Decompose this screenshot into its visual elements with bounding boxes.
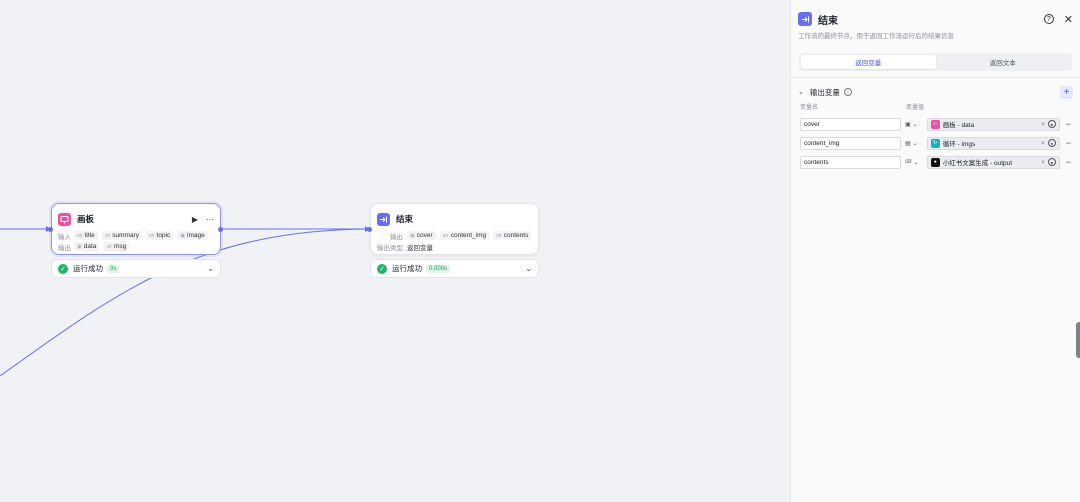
success-check-icon: ✓ — [58, 263, 68, 274]
target-icon[interactable]: ● — [1047, 120, 1056, 128]
type-select[interactable]: str ⌄ — [905, 156, 927, 169]
run-icon[interactable]: ▶ — [192, 215, 198, 224]
node-config-panel: 结束 ? ✕ 工作流的最终节点，用于返回工作流运行后的结果信息 返回变量 返回文… — [790, 0, 1080, 502]
output-chip: str contents — [493, 231, 532, 240]
tab-return-variables[interactable]: 返回变量 — [801, 55, 936, 69]
help-icon[interactable]: ? — [1043, 14, 1054, 24]
variable-row: cover ▣ ⌄ ▭ 画板 - data × ● − — [791, 117, 1080, 131]
output-type-label: 输出类型 — [377, 244, 403, 252]
image-type-icon: ▣ — [77, 243, 82, 250]
remove-row-button[interactable]: − — [1066, 119, 1071, 129]
panel-resize-handle[interactable] — [1076, 322, 1080, 358]
output-variables-section[interactable]: ⌄ 输出变量 i + — [791, 85, 1080, 99]
panel-title: 结束 — [818, 15, 838, 27]
source-ref-text: 画板 - data — [942, 122, 975, 129]
image-type-icon: ▣ — [905, 121, 911, 128]
drawing-board-icon: ▭ — [930, 119, 940, 129]
image-type-icon: ▣ — [410, 232, 415, 239]
node-title: 结束 — [396, 214, 414, 224]
inputs-label: 输入 — [58, 233, 71, 241]
info-icon[interactable]: i — [843, 88, 852, 96]
array-type-icon: ▤ — [905, 140, 911, 147]
outputs-label: 输出 — [58, 244, 71, 252]
chevron-down-icon[interactable]: ⌄ — [798, 88, 804, 96]
remove-row-button[interactable]: − — [1066, 138, 1071, 148]
output-type-row: 输出类型 返回变量 — [371, 241, 538, 252]
node-outputs: 输出 ▣ data str msg — [52, 241, 220, 252]
node-inputs: 输入 str title str summary str topic ▣ image — [52, 230, 220, 241]
output-type-value: 返回变量 — [407, 244, 433, 252]
string-type-label: str — [905, 159, 912, 165]
source-ref-text: 循环 - imgs — [942, 141, 976, 148]
output-chip: arr content_img — [439, 231, 490, 240]
loop-icon: ↻ — [930, 138, 940, 148]
drawing-board-icon — [58, 212, 71, 226]
variable-value-ref[interactable]: ● 小红书文案生成 - output × ● — [926, 155, 1060, 169]
target-icon[interactable]: ● — [1047, 139, 1056, 147]
output-chip: ▣ cover — [407, 231, 436, 240]
chevron-down-icon[interactable]: ⌄ — [207, 264, 214, 273]
add-variable-button[interactable]: + — [1060, 85, 1073, 99]
variable-row: contents str ⌄ ● 小红书文案生成 - output × ● − — [791, 155, 1080, 169]
exit-icon — [798, 12, 812, 26]
exit-icon — [377, 212, 390, 226]
more-icon[interactable]: ··· — [206, 215, 214, 224]
run-status-end[interactable]: ✓ 运行成功 0.000s ⌄ — [370, 259, 539, 278]
node-drawing-board[interactable]: 画板 ▶ ··· 输入 str title str summary str topic… — [51, 203, 221, 255]
input-port[interactable] — [367, 227, 372, 232]
section-title: 输出变量 — [809, 87, 840, 97]
tab-return-text[interactable]: 返回文本 — [936, 55, 1071, 69]
variable-name-input[interactable]: contents — [800, 155, 902, 169]
duration-badge: 0.000s — [426, 264, 451, 273]
panel-description: 工作流的最终节点，用于返回工作流运行后的结果信息 — [798, 33, 954, 40]
variable-value-ref[interactable]: ▭ 画板 - data × ● — [926, 117, 1060, 131]
input-chip: str summary — [101, 231, 142, 240]
run-status-drawing-board[interactable]: ✓ 运行成功 3s ⌄ — [51, 259, 221, 278]
clear-icon[interactable]: × — [1041, 121, 1045, 128]
clear-icon[interactable]: × — [1041, 159, 1045, 166]
type-select[interactable]: ▤ ⌄ — [905, 137, 927, 150]
col-variable-name: 变量名 — [800, 105, 819, 111]
status-text: 运行成功 — [392, 264, 422, 273]
node-end[interactable]: 结束 输出 ▣ cover arr content_img str contents … — [370, 203, 539, 255]
column-headers: 变量名 变量值 — [791, 102, 1080, 112]
node-outputs: 输出 ▣ cover arr content_img str contents — [371, 230, 538, 241]
divider — [791, 77, 1080, 78]
close-icon[interactable]: ✕ — [1064, 13, 1073, 26]
output-port[interactable] — [218, 227, 223, 232]
input-chip: str topic — [145, 231, 174, 240]
col-variable-value: 变量值 — [906, 105, 925, 111]
variable-value-ref[interactable]: ↻ 循环 - imgs × ● — [926, 136, 1060, 150]
image-type-icon: ▣ — [180, 232, 186, 239]
success-check-icon: ✓ — [377, 263, 387, 274]
input-chip: ▣ image — [177, 231, 208, 240]
chevron-down-icon[interactable]: ⌄ — [525, 264, 532, 273]
bot-icon: ● — [930, 157, 940, 167]
output-chip: ▣ data — [74, 242, 100, 251]
variable-name-input[interactable]: cover — [800, 117, 902, 131]
return-mode-tabs: 返回变量 返回文本 — [799, 53, 1072, 71]
status-text: 运行成功 — [73, 264, 103, 273]
input-port[interactable] — [48, 227, 53, 232]
node-title: 画板 — [77, 214, 95, 224]
target-icon[interactable]: ● — [1047, 158, 1056, 166]
duration-badge: 3s — [107, 264, 120, 273]
input-chip: str title — [74, 231, 98, 240]
clear-icon[interactable]: × — [1041, 140, 1045, 147]
type-select[interactable]: ▣ ⌄ — [905, 118, 927, 131]
output-chip: str msg — [103, 242, 130, 251]
workflow-canvas[interactable]: 画板 ▶ ··· 输入 str title str summary str topic… — [0, 0, 790, 502]
variable-row: content_img ▤ ⌄ ↻ 循环 - imgs × ● − — [791, 136, 1080, 150]
remove-row-button[interactable]: − — [1066, 157, 1071, 167]
outputs-label: 输出 — [390, 233, 403, 241]
source-ref-text: 小红书文案生成 - output — [942, 160, 1013, 167]
variable-name-input[interactable]: content_img — [800, 136, 902, 150]
